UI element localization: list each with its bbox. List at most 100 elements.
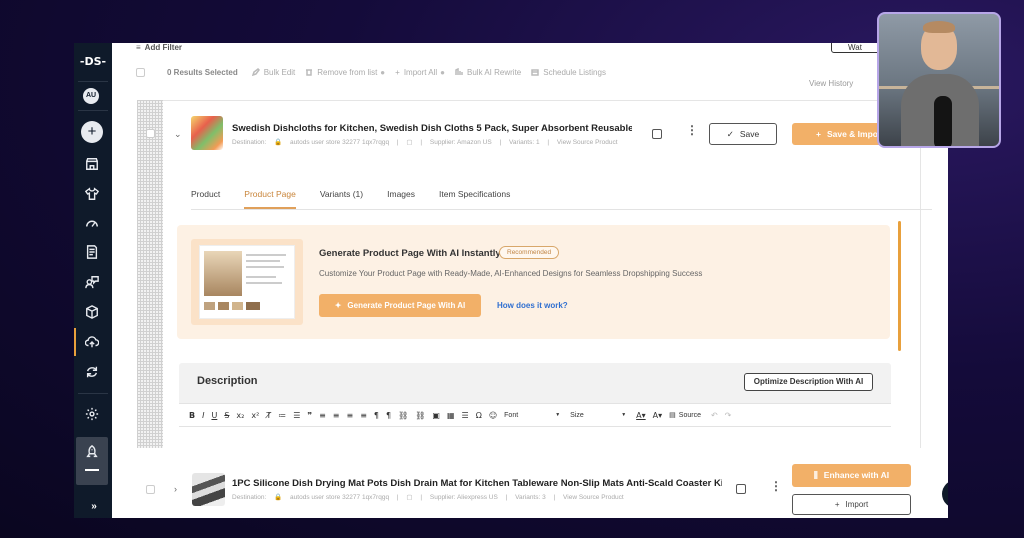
underline-icon[interactable]: U: [211, 411, 217, 420]
strikethrough-icon[interactable]: S: [224, 411, 229, 420]
subscript-icon[interactable]: x₂: [236, 411, 244, 420]
emoji-icon[interactable]: ☺: [489, 411, 497, 420]
drag-handle-strip[interactable]: [137, 100, 163, 448]
enhance-with-ai-button[interactable]: ⫼ Enhance with AI: [792, 464, 911, 487]
import-button[interactable]: + Import: [792, 494, 911, 515]
view-source-link[interactable]: View Source Product: [557, 139, 618, 146]
link-icon[interactable]: ⛓: [398, 411, 408, 420]
scrollbar[interactable]: [898, 221, 901, 351]
undo-icon[interactable]: ↶: [711, 411, 718, 420]
unlink-icon[interactable]: ⛓: [415, 411, 425, 420]
product-tabs: Product Product Page Variants (1) Images…: [191, 182, 932, 210]
redo-icon[interactable]: ↷: [725, 411, 732, 420]
special-char-icon[interactable]: Ω: [476, 411, 482, 420]
bulk-toolbar: 0 Results Selected Bulk Edit Remove from…: [136, 65, 616, 79]
document-icon[interactable]: [83, 243, 101, 261]
product-title[interactable]: Swedish Dishcloths for Kitchen, Swedish …: [232, 123, 632, 134]
clear-format-icon[interactable]: T̸: [266, 411, 271, 420]
check-icon: ✓: [726, 129, 734, 139]
superscript-icon[interactable]: x²: [251, 411, 259, 420]
shirt-icon[interactable]: [83, 185, 101, 203]
person-chat-icon[interactable]: [83, 273, 101, 291]
sidebar: -DS- AU + »: [74, 43, 112, 518]
bulk-ai-rewrite-button[interactable]: Bulk AI Rewrite: [455, 68, 521, 77]
more-options-icon[interactable]: ⋮: [770, 480, 782, 492]
tab-product[interactable]: Product: [191, 182, 220, 209]
font-dropdown[interactable]: Font ▼: [504, 412, 560, 419]
how-does-it-work-link[interactable]: How does it work?: [497, 301, 568, 310]
collapse-chevron-icon[interactable]: ⌄: [174, 129, 182, 140]
justify-icon[interactable]: ≡: [360, 411, 367, 420]
trash-icon: [306, 69, 313, 76]
store-icon[interactable]: [83, 155, 101, 173]
select-all-checkbox[interactable]: [136, 67, 145, 77]
refresh-icon[interactable]: [83, 363, 101, 381]
bold-icon[interactable]: B: [189, 411, 195, 420]
save-button[interactable]: ✓ Save: [709, 123, 777, 145]
description-editor[interactable]: [179, 427, 891, 463]
view-history-link[interactable]: View History: [809, 79, 853, 88]
italic-icon[interactable]: I: [202, 411, 204, 420]
size-dropdown[interactable]: Size ▼: [570, 412, 626, 419]
external-link-icon[interactable]: [736, 484, 746, 494]
source-icon: ▤: [669, 412, 676, 419]
bullet-list-icon[interactable]: ☰: [293, 411, 300, 420]
optimize-description-button[interactable]: Optimize Description With AI: [744, 373, 873, 391]
add-button[interactable]: +: [81, 121, 103, 143]
bulk-edit-button[interactable]: Bulk Edit: [251, 68, 295, 77]
rtl-icon[interactable]: ¶: [386, 411, 391, 420]
chat-support-button[interactable]: [942, 480, 948, 508]
import-all-button[interactable]: + Import All ●: [395, 68, 445, 77]
align-right-icon[interactable]: ≡: [346, 411, 353, 420]
text-color-icon[interactable]: A▾: [636, 411, 646, 420]
gear-icon[interactable]: [83, 405, 101, 423]
tab-variants[interactable]: Variants (1): [320, 182, 363, 209]
selected-count: 0 Results Selected: [167, 67, 238, 77]
sparkle-icon: ✦: [334, 301, 342, 310]
product-checkbox[interactable]: [146, 129, 155, 138]
product-title[interactable]: 1PC Silicone Dish Drying Mat Pots Dish D…: [232, 478, 722, 489]
align-center-icon[interactable]: ≡: [333, 411, 340, 420]
horizontal-rule-icon[interactable]: ☰: [462, 411, 469, 420]
help-icon: ●: [440, 67, 445, 77]
tab-item-specifications[interactable]: Item Specifications: [439, 182, 510, 209]
product-thumbnail[interactable]: [192, 473, 225, 506]
lock-icon: 🔒: [274, 139, 283, 146]
ordered-list-icon[interactable]: ≔: [278, 411, 286, 420]
add-filter-button[interactable]: ≡ Add Filter: [136, 43, 182, 52]
speedometer-icon[interactable]: [83, 214, 101, 232]
banner-title: Generate Product Page With AI Instantly: [319, 248, 501, 259]
align-left-icon[interactable]: ≡: [319, 411, 326, 420]
source-button[interactable]: ▤ Source: [669, 411, 701, 420]
cloud-upload-icon[interactable]: [83, 333, 101, 351]
ltr-icon[interactable]: ¶: [374, 411, 379, 420]
app-window: -DS- AU + » ≡ Add Filter Wat 0 Results S…: [74, 43, 948, 518]
avatar[interactable]: AU: [83, 88, 99, 104]
calendar-icon: [531, 69, 539, 76]
banner-subtitle: Customize Your Product Page with Ready-M…: [319, 269, 703, 278]
package-icon[interactable]: [83, 303, 101, 321]
external-link-icon[interactable]: [652, 129, 662, 139]
bg-color-icon[interactable]: A▾: [653, 411, 663, 420]
chevron-down-icon: ▼: [555, 412, 561, 418]
expand-chevron-icon[interactable]: ›: [174, 484, 177, 494]
schedule-listings-button[interactable]: Schedule Listings: [531, 68, 606, 77]
table-icon[interactable]: ▦: [447, 411, 455, 420]
remove-from-list-button[interactable]: Remove from list ●: [305, 68, 385, 77]
view-source-link[interactable]: View Source Product: [563, 494, 624, 501]
sidebar-rocket-panel[interactable]: [76, 437, 108, 485]
generate-product-page-button[interactable]: ✦ Generate Product Page With AI: [319, 294, 481, 317]
chevron-down-icon: ▼: [621, 412, 627, 418]
editor-toolbar: B I U S x₂ x² T̸ ≔ ☰ ❞ ≡ ≡ ≡ ≡ ¶ ¶ ⛓ ⛓ ▣…: [179, 403, 891, 427]
more-options-icon[interactable]: ⋮: [686, 124, 698, 136]
product-checkbox[interactable]: [146, 485, 155, 494]
tab-images[interactable]: Images: [387, 182, 415, 209]
product-thumbnail[interactable]: [191, 116, 223, 150]
sidebar-divider: [78, 81, 108, 82]
blockquote-icon[interactable]: ❞: [307, 411, 312, 420]
description-section: Description Optimize Description With AI…: [179, 363, 891, 463]
image-icon[interactable]: ▣: [432, 411, 440, 420]
expand-sidebar-icon[interactable]: »: [85, 497, 103, 515]
help-icon: ●: [380, 67, 386, 77]
tab-product-page[interactable]: Product Page: [244, 182, 296, 209]
